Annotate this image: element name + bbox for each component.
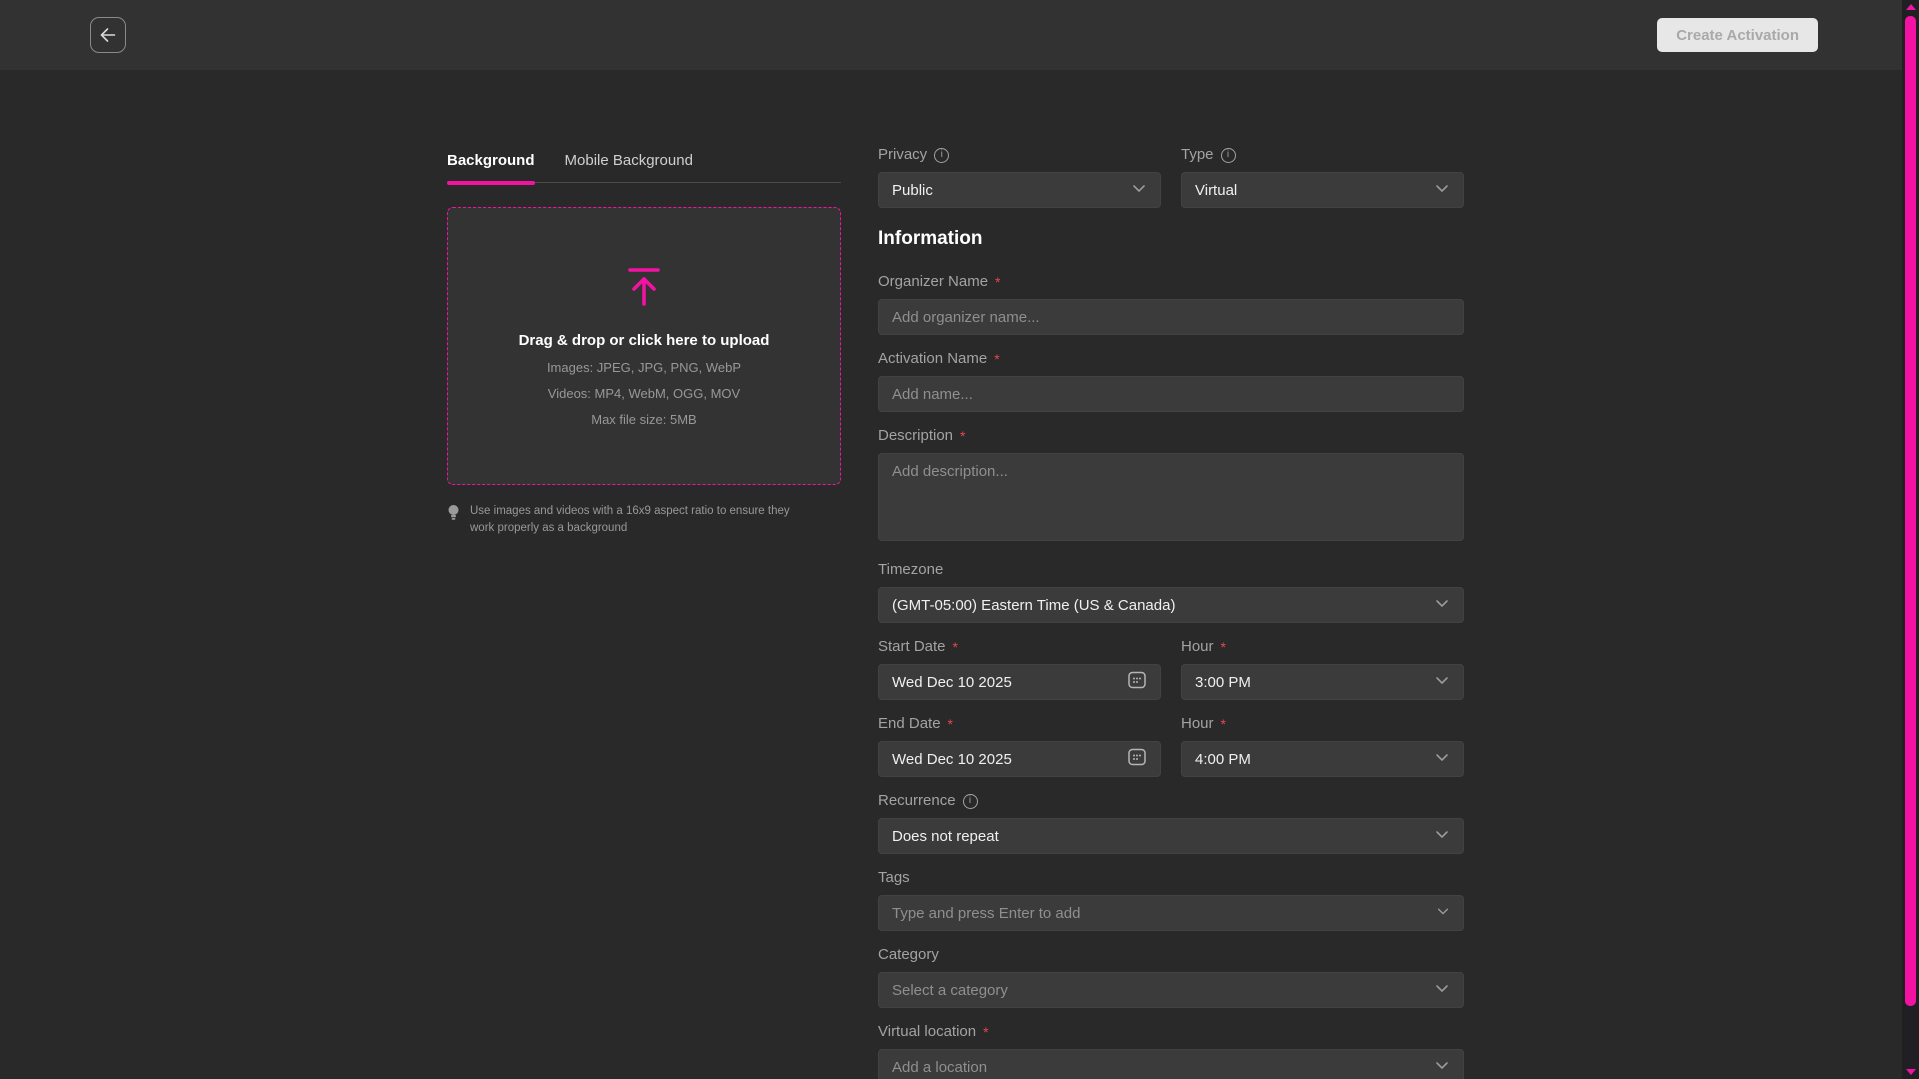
recurrence-select[interactable]: Does not repeat xyxy=(878,818,1464,854)
end-hour-select[interactable]: 4:00 PM xyxy=(1181,741,1464,777)
activation-form: Privacy i Public Type i Virtual xyxy=(878,146,1464,1079)
activation-name-input[interactable] xyxy=(878,376,1464,412)
required-marker: * xyxy=(960,427,965,445)
scrollbar-down-arrow-icon[interactable] xyxy=(1906,1069,1916,1075)
chevron-down-icon xyxy=(1436,904,1450,922)
category-label: Category xyxy=(878,946,1464,964)
scrollbar-up-arrow-icon[interactable] xyxy=(1906,4,1916,10)
back-button[interactable] xyxy=(90,17,126,53)
description-label: Description * xyxy=(878,427,1464,445)
chevron-down-icon xyxy=(1434,672,1450,692)
end-date-label: End Date * xyxy=(878,715,1161,733)
upload-images-formats: Images: JPEG, JPG, PNG, WebP xyxy=(547,360,741,375)
chevron-down-icon xyxy=(1434,595,1450,615)
aspect-ratio-tip: Use images and videos with a 16x9 aspect… xyxy=(447,503,841,538)
information-section-title: Information xyxy=(878,228,1464,250)
end-hour-label: Hour * xyxy=(1181,715,1464,733)
privacy-select[interactable]: Public xyxy=(878,172,1161,208)
tags-label: Tags xyxy=(878,869,1464,887)
required-marker: * xyxy=(953,638,958,656)
create-activation-button[interactable]: Create Activation xyxy=(1657,18,1818,52)
virtual-location-label: Virtual location * xyxy=(878,1023,1464,1041)
arrow-left-icon xyxy=(98,25,118,45)
start-hour-select[interactable]: 3:00 PM xyxy=(1181,664,1464,700)
upload-max-size: Max file size: 5MB xyxy=(591,412,696,427)
description-textarea[interactable] xyxy=(878,453,1464,541)
category-select[interactable]: Select a category xyxy=(878,972,1464,1008)
required-marker: * xyxy=(995,273,1000,291)
upload-videos-formats: Videos: MP4, WebM, OGG, MOV xyxy=(548,386,740,401)
type-label: Type i xyxy=(1181,146,1464,164)
required-marker: * xyxy=(1221,715,1226,733)
end-date-picker[interactable]: Wed Dec 10 2025 xyxy=(878,741,1161,777)
activation-name-label: Activation Name * xyxy=(878,350,1464,368)
start-date-picker[interactable]: Wed Dec 10 2025 xyxy=(878,664,1161,700)
organizer-name-input[interactable] xyxy=(878,299,1464,335)
chevron-down-icon xyxy=(1434,749,1450,769)
required-marker: * xyxy=(983,1023,988,1041)
chevron-down-icon xyxy=(1131,180,1147,200)
info-icon[interactable]: i xyxy=(963,794,978,809)
organizer-name-label: Organizer Name * xyxy=(878,273,1464,291)
tags-input[interactable]: Type and press Enter to add xyxy=(878,895,1464,931)
tab-background[interactable]: Background xyxy=(447,152,535,182)
calendar-icon xyxy=(1127,670,1147,694)
tip-text: Use images and videos with a 16x9 aspect… xyxy=(470,503,815,538)
privacy-label: Privacy i xyxy=(878,146,1161,164)
top-bar: Create Activation xyxy=(0,0,1919,70)
background-tabs: Background Mobile Background xyxy=(447,152,841,183)
type-select[interactable]: Virtual xyxy=(1181,172,1464,208)
upload-arrow-icon xyxy=(624,266,664,308)
virtual-location-select[interactable]: Add a location xyxy=(878,1049,1464,1079)
chevron-down-icon xyxy=(1434,1057,1450,1077)
lightbulb-icon xyxy=(447,504,460,522)
chevron-down-icon xyxy=(1434,826,1450,846)
upload-title: Drag & drop or click here to upload xyxy=(519,332,770,349)
start-date-label: Start Date * xyxy=(878,638,1161,656)
start-hour-label: Hour * xyxy=(1181,638,1464,656)
vertical-scrollbar[interactable] xyxy=(1902,0,1919,1079)
info-icon[interactable]: i xyxy=(1221,148,1236,163)
timezone-select[interactable]: (GMT-05:00) Eastern Time (US & Canada) xyxy=(878,587,1464,623)
required-marker: * xyxy=(1221,638,1226,656)
required-marker: * xyxy=(948,715,953,733)
upload-dropzone[interactable]: Drag & drop or click here to upload Imag… xyxy=(447,207,841,485)
scrollbar-thumb[interactable] xyxy=(1905,16,1916,1006)
info-icon[interactable]: i xyxy=(934,148,949,163)
tab-mobile-background[interactable]: Mobile Background xyxy=(565,152,693,182)
chevron-down-icon xyxy=(1434,980,1450,1000)
calendar-icon xyxy=(1127,747,1147,771)
recurrence-label: Recurrence i xyxy=(878,792,1464,810)
chevron-down-icon xyxy=(1434,180,1450,200)
required-marker: * xyxy=(994,350,999,368)
timezone-label: Timezone xyxy=(878,561,1464,579)
